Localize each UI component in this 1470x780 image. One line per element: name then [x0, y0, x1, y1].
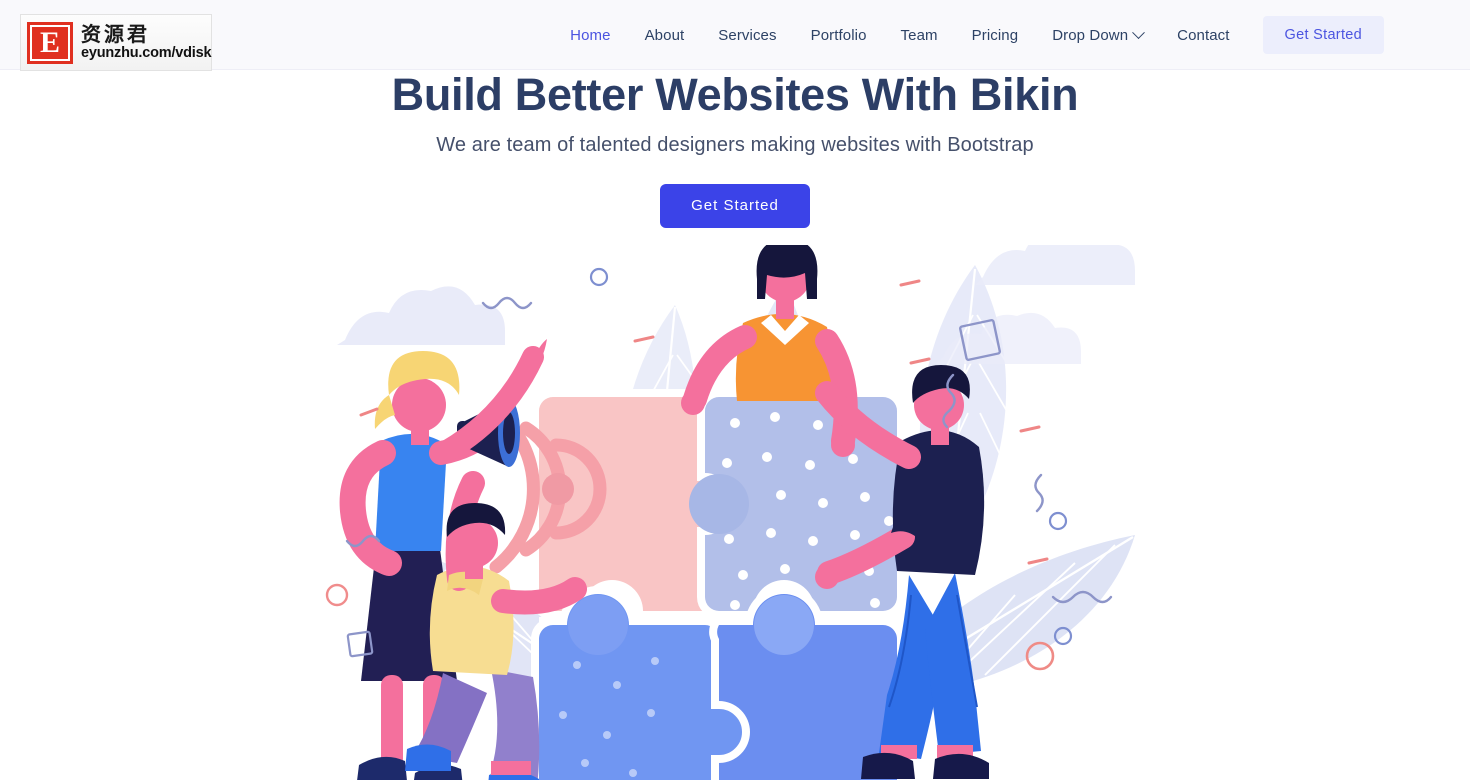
nav-item-portfolio[interactable]: Portfolio [794, 0, 884, 70]
watermark-e-letter: E [30, 24, 70, 61]
watermark-text-block: 资源君 eyunzhu.com/vdisk [81, 21, 212, 61]
site-header: Home About Services Portfolio Team Prici… [0, 0, 1470, 70]
watermark-chinese-name: 资源君 [81, 21, 150, 46]
nav-item-label: Home [570, 26, 611, 44]
nav-item-label: About [644, 26, 685, 44]
nav-item-label: Services [718, 26, 777, 44]
watermark-url: eyunzhu.com/vdisk [81, 44, 212, 61]
page-root: Home About Services Portfolio Team Prici… [0, 0, 1470, 780]
watermark-e-logo-icon: E [27, 21, 73, 64]
nav-item-label: Drop Down [1052, 26, 1129, 44]
chevron-down-icon [1132, 25, 1146, 39]
hero-title: Build Better Websites With Bikin [391, 69, 1079, 120]
team-collaboration-puzzle-illustration [315, 245, 1155, 780]
watermark-logo-badge: E 资源君 eyunzhu.com/vdisk [20, 14, 212, 71]
hero-illustration [315, 245, 1155, 780]
nav-item-contact[interactable]: Contact [1160, 0, 1246, 70]
nav-item-label: Team [900, 26, 938, 44]
signal-dot [542, 473, 574, 505]
nav-item-services[interactable]: Services [701, 0, 793, 70]
main-navigation: Home About Services Portfolio Team Prici… [553, 0, 1384, 70]
hero-get-started-button[interactable]: Get Started [660, 184, 810, 229]
puzzle-knob-top-left [568, 595, 628, 655]
header-get-started-button[interactable]: Get Started [1262, 16, 1384, 54]
nav-item-label: Contact [1177, 26, 1230, 44]
nav-item-label: Pricing [971, 26, 1019, 44]
nav-item-drop-down[interactable]: Drop Down [1035, 0, 1160, 70]
nav-item-about[interactable]: About [628, 0, 702, 70]
puzzle-knob-top-right [754, 595, 814, 655]
hero-subtitle: We are team of talented designers making… [436, 134, 1034, 157]
nav-item-team[interactable]: Team [884, 0, 955, 70]
nav-item-pricing[interactable]: Pricing [955, 0, 1036, 70]
puzzle-knob-center [689, 474, 749, 534]
nav-item-home[interactable]: Home [553, 0, 627, 70]
nav-item-label: Portfolio [810, 26, 867, 44]
